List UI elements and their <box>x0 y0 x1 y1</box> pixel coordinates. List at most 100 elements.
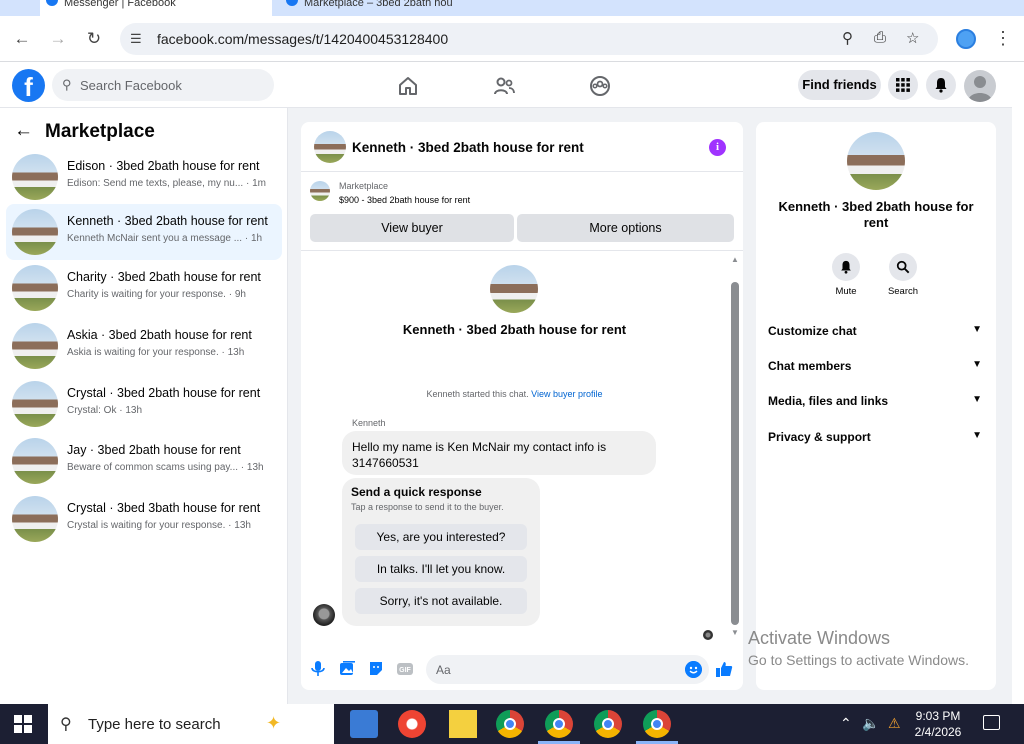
profile-avatar[interactable] <box>964 70 996 102</box>
message-composer: GIF Aa <box>301 652 743 690</box>
section-privacy-support[interactable]: Privacy & support ▼ <box>768 430 984 450</box>
bookmark-star-icon[interactable]: ☆ <box>906 29 919 47</box>
section-label: Customize chat <box>768 324 857 338</box>
computer-app-icon[interactable] <box>350 710 378 738</box>
marketplace-listing-bar[interactable]: Marketplace $900 - 3bed 2bath house for … <box>301 174 743 210</box>
volume-icon[interactable]: 🔈 <box>862 715 879 732</box>
quick-response-option[interactable]: Sorry, it's not available. <box>355 588 527 614</box>
facebook-search[interactable]: ⚲ Search Facebook <box>52 69 274 101</box>
tab-title: Marketplace – 3bed 2bath hou <box>304 0 453 9</box>
conversation-item[interactable]: Kenneth · 3bed 2bath house for rent Kenne… <box>6 204 282 260</box>
quick-response-option[interactable]: In talks. I'll let you know. <box>355 556 527 582</box>
gif-icon[interactable]: GIF <box>396 660 414 678</box>
windows-start-icon[interactable] <box>14 715 32 733</box>
chat-scrollbar[interactable] <box>731 282 739 625</box>
chrome-icon[interactable] <box>545 710 573 738</box>
chevron-down-icon: ▼ <box>972 430 982 441</box>
friends-icon[interactable] <box>492 74 516 98</box>
notification-center-icon[interactable] <box>983 715 1000 730</box>
back-arrow-icon[interactable]: ← <box>14 120 33 142</box>
url-text[interactable]: facebook.com/messages/t/1420400453128400 <box>157 31 448 47</box>
network-icon[interactable]: ⚠ <box>888 715 901 732</box>
search-conversation-button[interactable] <box>889 253 917 281</box>
photo-icon[interactable] <box>338 660 356 678</box>
listing-photo <box>847 132 905 190</box>
extension-icon[interactable] <box>956 29 976 49</box>
section-customize-chat[interactable]: Customize chat ▼ <box>768 324 984 344</box>
install-app-icon[interactable]: ⎙ <box>874 29 886 46</box>
zoom-icon[interactable]: ⚲ <box>842 29 853 47</box>
page-scrollbar[interactable] <box>1012 62 1024 704</box>
sticker-icon[interactable] <box>367 660 385 678</box>
site-info-icon[interactable]: ☰ <box>130 31 142 47</box>
mute-label: Mute <box>835 286 857 297</box>
conversation-preview: Kenneth McNair sent you a message ... · … <box>67 233 263 244</box>
find-friends-button[interactable]: Find friends <box>798 70 881 100</box>
thumbs-up-icon[interactable] <box>715 660 733 678</box>
quick-response-title: Send a quick response <box>351 485 482 499</box>
windows-taskbar: ⚲ Type here to search ✦ ⌃ 🔈 ⚠ 9:03 PM 2/… <box>0 704 1024 744</box>
taskbar-search[interactable]: ⚲ Type here to search ✦ <box>48 704 334 744</box>
conversation-preview: Beware of common scams using pay... · 13… <box>67 462 264 473</box>
section-media-files-links[interactable]: Media, files and links ▼ <box>768 394 984 414</box>
facebook-logo-icon[interactable]: f <box>12 69 45 102</box>
more-options-button[interactable]: More options <box>517 214 734 242</box>
groups-icon[interactable] <box>588 74 612 98</box>
section-chat-members[interactable]: Chat members ▼ <box>768 359 984 379</box>
forward-arrow-icon[interactable]: → <box>47 28 69 50</box>
conversation-preview: Charity is waiting for your response. · … <box>67 289 246 300</box>
listing-thumbnail <box>12 209 58 255</box>
message-input[interactable]: Aa <box>426 655 709 684</box>
tab-marketplace[interactable]: Marketplace – 3bed 2bath hou <box>280 0 520 16</box>
mute-button[interactable] <box>832 253 860 281</box>
chat-intro-title: Kenneth · 3bed 2bath house for rent <box>402 322 627 337</box>
tab-title: Messenger | Facebook <box>64 0 176 9</box>
reload-icon[interactable]: ↻ <box>83 28 105 50</box>
conversation-item[interactable]: Charity · 3bed 2bath house for rent Chari… <box>6 260 282 316</box>
chat-title[interactable]: Kenneth · 3bed 2bath house for rent <box>352 140 584 155</box>
notifications-bell-icon[interactable] <box>926 70 956 100</box>
address-bar[interactable]: ☰ facebook.com/messages/t/14204004531284… <box>120 23 938 55</box>
conversation-title: Edison · 3bed 2bath house for rent <box>67 159 260 173</box>
tab-messenger[interactable]: Messenger | Facebook <box>40 0 272 16</box>
conversation-item[interactable]: Crystal · 3bed 3bath house for rent Cryst… <box>6 491 282 547</box>
chevron-up-icon[interactable]: ⌃ <box>840 715 852 732</box>
chat-header: Kenneth · 3bed 2bath house for rent i <box>301 122 743 172</box>
quick-response-option[interactable]: Yes, are you interested? <box>355 524 527 550</box>
section-label: Chat members <box>768 359 852 373</box>
menu-grid-icon[interactable] <box>888 70 918 100</box>
view-buyer-profile-link[interactable]: View buyer profile <box>531 389 602 399</box>
conversation-preview: Edison: Send me texts, please, my nu... … <box>67 178 266 189</box>
listing-thumbnail <box>12 496 58 542</box>
info-icon[interactable]: i <box>709 139 726 156</box>
conversation-title: Crystal · 3bed 3bath house for rent <box>67 501 261 515</box>
scroll-up-arrow-icon[interactable]: ▲ <box>731 255 739 264</box>
emoji-icon[interactable] <box>685 661 702 678</box>
taskbar-search-placeholder: Type here to search <box>88 716 221 733</box>
listing-thumbnail <box>12 154 58 200</box>
conversation-item[interactable]: Crystal · 3bed 2bath house for rent Cryst… <box>6 376 282 432</box>
sticky-notes-icon[interactable] <box>449 710 477 738</box>
chrome-icon[interactable] <box>594 710 622 738</box>
sidebar-title: Marketplace <box>45 121 155 142</box>
message-bubble: Hello my name is Ken McNair my contact i… <box>342 431 656 475</box>
conversation-item[interactable]: Jay · 3bed 2bath house for rent Beware of… <box>6 433 282 489</box>
microphone-icon[interactable] <box>309 660 327 678</box>
marketplace-label: Marketplace <box>339 181 389 191</box>
conversation-item[interactable]: Askia · 3bed 2bath house for rent Askia i… <box>6 318 282 374</box>
paint-app-icon[interactable] <box>398 710 426 738</box>
conversation-item[interactable]: Edison · 3bed 2bath house for rent Edison… <box>6 149 282 205</box>
chrome-icon[interactable] <box>496 710 524 738</box>
tab-strip: Messenger | Facebook Marketplace – 3bed … <box>0 0 1024 16</box>
scroll-down-arrow-icon[interactable]: ▼ <box>731 628 739 637</box>
chrome-icon[interactable] <box>643 710 671 738</box>
listing-thumbnail[interactable] <box>314 131 346 163</box>
quick-response-subtitle: Tap a response to send it to the buyer. <box>351 502 504 512</box>
browser-menu-icon[interactable]: ⋮ <box>994 28 1012 49</box>
view-buyer-button[interactable]: View buyer <box>310 214 514 242</box>
system-clock[interactable]: 9:03 PM 2/4/2026 <box>908 708 968 740</box>
started-text: Kenneth started this chat. <box>426 389 529 399</box>
back-arrow-icon[interactable]: ← <box>11 28 33 50</box>
listing-thumbnail <box>310 181 330 201</box>
home-icon[interactable] <box>396 74 420 98</box>
